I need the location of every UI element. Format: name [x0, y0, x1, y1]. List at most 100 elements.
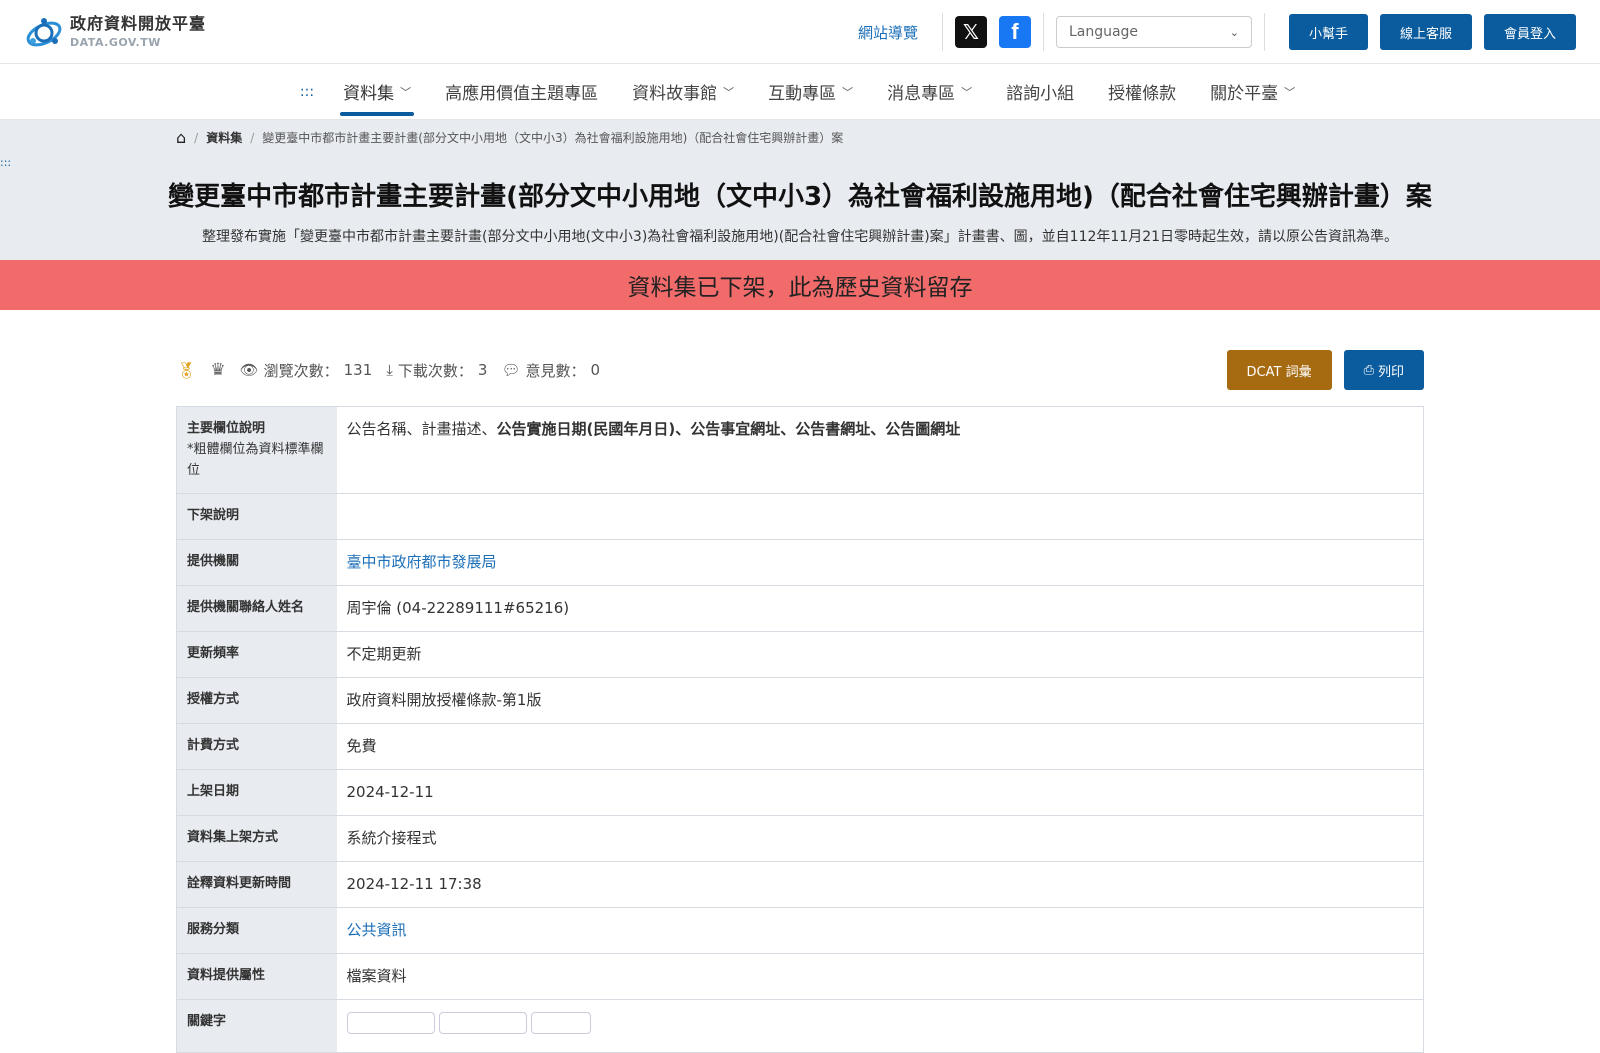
- table-row: 更新頻率 不定期更新: [176, 631, 1424, 678]
- home-icon[interactable]: ⌂: [176, 128, 186, 147]
- dataset-metadata-table: 主要欄位說明 *粗體欄位為資料標準欄位 公告名稱、計畫描述、公告實施日期(民國年…: [176, 406, 1424, 1053]
- logo-subtitle: DATA.GOV.TW: [70, 35, 161, 49]
- row-header: 計費方式: [176, 723, 337, 770]
- nav-item-label: 授權條款: [1108, 84, 1177, 104]
- helper-button[interactable]: 小幫手: [1288, 14, 1368, 50]
- nav-item-news[interactable]: 消息專區 ﹀: [870, 64, 989, 120]
- table-row: 授權方式 政府資料開放授權條款-第1版: [176, 677, 1424, 724]
- downloads-stat: ⤓ 下載次數： 3: [386, 360, 487, 381]
- nav-item-license[interactable]: 授權條款: [1091, 64, 1193, 120]
- data-attribute-value: 檔案資料: [346, 967, 407, 986]
- eye-icon: 👁︎: [239, 361, 259, 379]
- nav-item-datasets[interactable]: 資料集 ﹀: [326, 64, 428, 120]
- row-header: 提供機關聯絡人姓名: [176, 585, 337, 632]
- nav-item-stories[interactable]: 資料故事館 ﹀: [615, 64, 751, 120]
- provider-cell: 臺中市政府都市發展局: [337, 540, 1424, 586]
- language-select-label: Language: [1068, 24, 1139, 40]
- table-row: 下架說明: [176, 493, 1424, 540]
- breadcrumb: ⌂ / 資料集 / 變更臺中市都市計畫主要計畫(部分文中小用地（文中小3）為社會…: [176, 128, 843, 147]
- row-header: 提供機關: [176, 539, 337, 586]
- print-button[interactable]: ⎙ 列印: [1343, 350, 1424, 390]
- nav-item-about[interactable]: 關於平臺 ﹀: [1193, 64, 1312, 120]
- comments-stat: 💬︎ 意見數： 0: [501, 360, 600, 381]
- nav-item-label: 高應用價值主題專區: [445, 84, 599, 104]
- nav-item-interactive[interactable]: 互動專區 ﹀: [751, 64, 870, 120]
- dcat-vocabulary-button[interactable]: DCAT 詞彙: [1226, 350, 1332, 390]
- metadata-update-value: 2024-12-11 17:38: [346, 875, 482, 894]
- chevron-down-icon: ﹀: [842, 85, 854, 99]
- offline-banner: 資料集已下架，此為歷史資料留存: [0, 260, 1600, 310]
- breadcrumb-separator: /: [194, 130, 199, 145]
- nav-item-advisory[interactable]: 諮詢小組: [989, 64, 1091, 120]
- member-login-button[interactable]: 會員登入: [1483, 14, 1576, 50]
- row-header: 上架日期: [176, 769, 337, 816]
- keyword-tag[interactable]: [438, 1012, 527, 1035]
- views-stat: 👁︎ 瀏覽次數： 131: [240, 360, 373, 381]
- table-row: 服務分類 公共資訊: [176, 907, 1424, 954]
- dataset-hero: ⌂ / 資料集 / 變更臺中市都市計畫主要計畫(部分文中小用地（文中小3）為社會…: [0, 120, 1600, 260]
- nav-item-label: 互動專區: [768, 84, 837, 104]
- chevron-down-icon: ﹀: [961, 85, 973, 99]
- accesskey-link[interactable]: :::: [0, 156, 11, 169]
- row-header: 授權方式: [176, 677, 337, 724]
- publish-method-value: 系統介接程式: [346, 829, 437, 848]
- views-count: 131: [343, 361, 373, 379]
- online-service-button[interactable]: 線上客服: [1379, 14, 1472, 50]
- divider: [1042, 13, 1044, 51]
- breadcrumb-separator: /: [250, 130, 255, 145]
- table-row: 資料集上架方式 系統介接程式: [176, 815, 1424, 862]
- main-fields-note: *粗體欄位為資料標準欄位: [187, 441, 324, 478]
- keyword-tag[interactable]: [530, 1012, 591, 1035]
- row-header: 詮釋資料更新時間: [176, 861, 337, 908]
- x-twitter-icon[interactable]: 𝕏: [954, 16, 987, 48]
- license-value: 政府資料開放授權條款-第1版: [346, 691, 542, 710]
- fee-value: 免費: [346, 737, 377, 756]
- breadcrumb-current: 變更臺中市都市計畫主要計畫(部分文中小用地（文中小3）為社會福利設施用地)（配合…: [262, 131, 844, 145]
- dataset-description: 整理發布實施「變更臺中市都市計畫主要計畫(部分文中小用地(文中小3)為社會福利設…: [201, 229, 1399, 245]
- nav-item-high-value[interactable]: 高應用價值主題專區: [428, 64, 615, 120]
- breadcrumb-datasets[interactable]: 資料集: [206, 129, 242, 146]
- nav-item-label: 資料集: [343, 84, 395, 104]
- facebook-icon[interactable]: f: [998, 16, 1031, 48]
- nav-item-label: 資料故事館: [632, 84, 718, 104]
- table-row: 上架日期 2024-12-11: [176, 769, 1424, 816]
- comments-label: 意見數：: [525, 361, 586, 380]
- table-row: 計費方式 免費: [176, 723, 1424, 770]
- downloads-count: 3: [477, 361, 488, 379]
- nav-item-label: 關於平臺: [1210, 84, 1279, 104]
- download-icon: ⤓: [386, 361, 393, 379]
- main-fields-plain: 公告名稱、計畫描述、: [346, 420, 497, 438]
- row-header: 主要欄位說明 *粗體欄位為資料標準欄位: [176, 406, 337, 494]
- row-header: 服務分類: [176, 907, 337, 954]
- frequency-value: 不定期更新: [346, 645, 422, 664]
- sitemap-link[interactable]: 網站導覽: [858, 22, 918, 43]
- print-button-label: 列印: [1377, 364, 1404, 380]
- row-header: 下架說明: [176, 493, 337, 540]
- site-header: 政府資料開放平臺 DATA.GOV.TW 網站導覽 𝕏 f Language ⌄…: [0, 0, 1600, 64]
- row-header: 關鍵字: [176, 999, 337, 1053]
- accesskey-link[interactable]: :::: [288, 84, 326, 100]
- comments-count: 0: [590, 361, 601, 379]
- comments-icon: 💬︎: [501, 361, 521, 379]
- category-link[interactable]: 公共資訊: [347, 921, 407, 939]
- table-row: 詮釋資料更新時間 2024-12-11 17:38: [176, 861, 1424, 908]
- logo-title: 政府資料開放平臺: [70, 13, 207, 33]
- keyword-tag[interactable]: [346, 1012, 435, 1035]
- provider-link[interactable]: 臺中市政府都市發展局: [347, 553, 497, 571]
- language-select[interactable]: Language ⌄: [1055, 16, 1252, 48]
- award-badge-icon: 🏅︎: [176, 360, 197, 380]
- main-fields-value: 公告名稱、計畫描述、公告實施日期(民國年月日)、公告事宜網址、公告書網址、公告圖…: [337, 407, 1424, 494]
- page-title: 變更臺中市都市計畫主要計畫(部分文中小用地（文中小3）為社會福利設施用地)（配合…: [168, 182, 1432, 212]
- keyword-tags: [337, 1000, 1424, 1053]
- row-header: 更新頻率: [176, 631, 337, 678]
- table-row: 資料提供屬性 檔案資料: [176, 953, 1424, 1000]
- main-fields-label: 主要欄位說明: [187, 421, 266, 436]
- site-logo[interactable]: 政府資料開放平臺 DATA.GOV.TW: [24, 12, 206, 52]
- chevron-down-icon: ﹀: [1284, 85, 1296, 99]
- chevron-down-icon: ⌄: [1229, 25, 1239, 39]
- table-row: 提供機關聯絡人姓名 周宇倫 (04-22289111#65216): [176, 585, 1424, 632]
- crown-icon: ♛: [210, 360, 226, 380]
- stats-row: 🏅︎ ♛ 👁︎ 瀏覽次數： 131 ⤓ 下載次數： 3 💬︎ 意見數： 0 DC…: [176, 350, 1424, 390]
- table-row: 關鍵字: [176, 999, 1424, 1053]
- chevron-down-icon: ﹀: [400, 85, 412, 99]
